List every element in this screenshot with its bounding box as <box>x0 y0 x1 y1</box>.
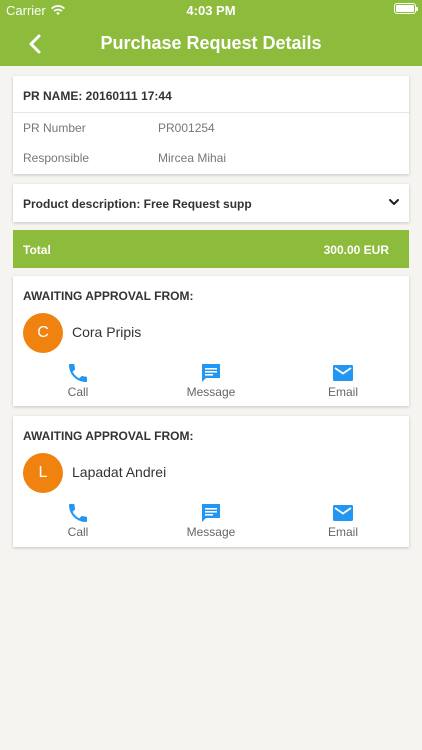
approval-card: AWAITING APPROVAL FROM: L Lapadat Andrei… <box>13 416 409 547</box>
total-value: 300.00 EUR <box>323 243 389 257</box>
call-label: Call <box>67 525 89 539</box>
avatar: L <box>23 453 63 493</box>
email-button[interactable]: Email <box>298 361 388 399</box>
approval-title: AWAITING APPROVAL FROM: <box>23 429 194 443</box>
status-bar: Carrier 4:03 PM <box>0 0 422 20</box>
call-button[interactable]: Call <box>33 501 123 539</box>
product-description: Product description: Free Request supp <box>23 197 252 211</box>
pr-number-value: PR001254 <box>158 121 215 135</box>
responsible-label: Responsible <box>23 151 90 165</box>
chevron-down-icon <box>389 199 399 205</box>
email-icon <box>333 505 353 521</box>
call-label: Call <box>67 385 89 399</box>
page-title: Purchase Request Details <box>100 33 322 53</box>
email-button[interactable]: Email <box>298 501 388 539</box>
total-label: Total <box>23 243 51 257</box>
call-button[interactable]: Call <box>33 361 123 399</box>
approver-name: Cora Pripis <box>72 324 142 340</box>
divider <box>13 112 409 113</box>
message-icon <box>202 504 220 522</box>
nav-bar: Purchase Request Details <box>0 20 422 66</box>
message-label: Message <box>186 385 236 399</box>
pr-name: PR NAME: 20160111 17:44 <box>23 89 172 103</box>
status-time: 4:03 PM <box>186 3 236 18</box>
message-label: Message <box>186 525 236 539</box>
phone-icon <box>69 364 87 382</box>
email-label: Email <box>327 385 358 399</box>
message-button[interactable]: Message <box>166 501 256 539</box>
email-label: Email <box>327 525 358 539</box>
pr-number-label: PR Number <box>23 121 86 135</box>
approval-card: AWAITING APPROVAL FROM: C Cora Pripis Ca… <box>13 276 409 406</box>
message-icon <box>202 364 220 382</box>
email-icon <box>333 365 353 381</box>
avatar: C <box>23 313 63 353</box>
total-bar: Total 300.00 EUR <box>13 230 409 268</box>
product-description-row[interactable]: Product description: Free Request supp <box>13 184 409 222</box>
message-button[interactable]: Message <box>166 361 256 399</box>
approval-title: AWAITING APPROVAL FROM: <box>23 289 194 303</box>
approver-name: Lapadat Andrei <box>72 464 167 480</box>
responsible-value: Mircea Mihai <box>158 151 227 165</box>
phone-icon <box>69 504 87 522</box>
pr-info-card: PR NAME: 20160111 17:44 PR Number PR0012… <box>13 76 409 174</box>
battery-icon <box>394 3 418 14</box>
